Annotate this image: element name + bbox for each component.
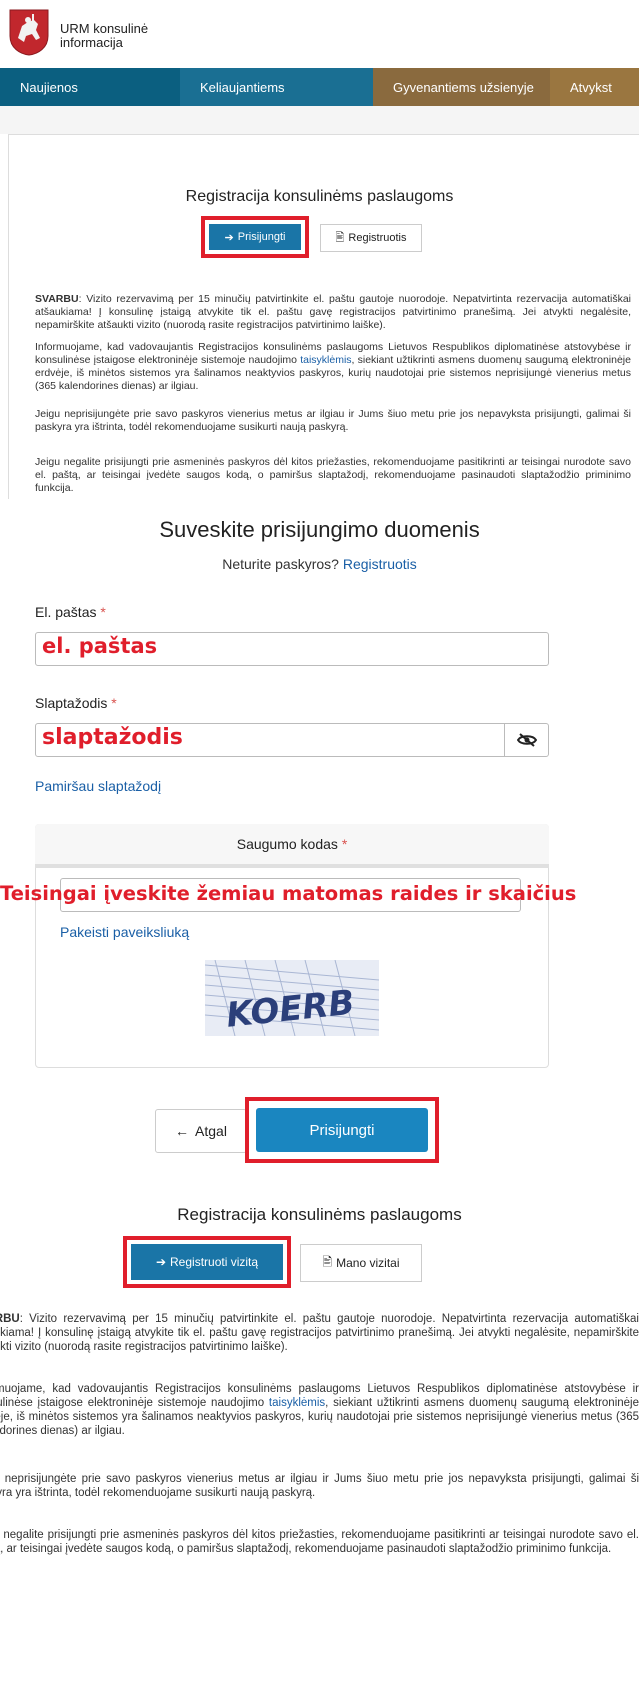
required-mark: * — [341, 836, 348, 852]
captcha-text: KOERB — [224, 983, 356, 1036]
top-notice-paragraph-4: Jeigu negalite prisijungti prie asmeninė… — [35, 456, 631, 494]
submit-login-button[interactable]: Prisijungti — [256, 1108, 428, 1152]
top-notice-paragraph-1: SVARBU: Vizito rezervavimą per 15 minuči… — [35, 293, 631, 332]
rules-link[interactable]: taisyklėmis — [300, 354, 351, 366]
register-visit-label: Registruoti vizitą — [170, 1255, 259, 1269]
captcha-header: Saugumo kodas * — [35, 824, 549, 868]
nav-item-atvykstantiems[interactable]: Atvykst — [550, 68, 639, 106]
nav-item-gyvenantiems-uzsienyje[interactable]: Gyvenantiems užsienyje — [373, 68, 550, 106]
change-captcha-image-link[interactable]: Pakeisti paveiksliuką — [60, 924, 189, 940]
eye-slash-icon — [516, 733, 537, 747]
register-visit-button[interactable]: ➔ Registruoti vizitą — [131, 1244, 283, 1280]
nav-item-keliaujantiems[interactable]: Keliaujantiems — [180, 68, 373, 106]
bottom-notice-paragraph-3: Jeigu neprisijungėte prie savo paskyros … — [0, 1473, 639, 1499]
document-icon: 🖹 — [335, 231, 345, 244]
nav-item-naujienos[interactable]: Naujienos — [0, 68, 180, 106]
bottom-para1-text: : Vizito rezervavimą per 15 minučių patv… — [0, 1313, 639, 1353]
top-register-button[interactable]: 🖹 Registruotis — [320, 224, 422, 252]
site-title-line-2: informacija — [60, 35, 123, 50]
password-label-text: Slaptažodis — [35, 695, 108, 711]
top-notice-paragraph-3: Jeigu neprisijungėte prie savo paskyros … — [35, 408, 631, 433]
top-login-button-label: Prisijungti — [237, 231, 286, 243]
arrow-right-icon: ➔ — [155, 1255, 167, 1269]
email-label-text: El. paštas — [35, 604, 97, 620]
required-mark: * — [100, 604, 106, 620]
bottom-notice-paragraph-1: SVARBU: Vizito rezervavimą per 15 minuči… — [0, 1312, 639, 1354]
required-mark: * — [111, 695, 117, 711]
login-title: Suveskite prisijungimo duomenis — [159, 517, 480, 542]
no-account-text: Neturite paskyros? Registruotis — [0, 556, 639, 572]
top-para1-text: : Vizito rezervavimą per 15 minučių patv… — [35, 293, 631, 331]
bottom-notice-paragraph-4: Jeigu negalite prisijungti prie asmeninė… — [0, 1529, 639, 1555]
captcha-image: KOERB — [205, 960, 379, 1036]
important-label: SVARBU — [0, 1313, 20, 1325]
bottom-notice-area: SVARBU: Vizito rezervavimą per 15 minuči… — [0, 1300, 639, 1699]
rules-link[interactable]: taisyklėmis — [269, 1397, 325, 1409]
toggle-password-button[interactable] — [504, 723, 549, 757]
bottom-notice-paragraph-2: Informuojame, kad vadovaujantis Registra… — [0, 1382, 639, 1438]
top-register-button-label: Registruotis — [348, 232, 407, 244]
password-field-annotation: slaptažodis — [42, 725, 183, 750]
back-button-label: Atgal — [195, 1123, 227, 1139]
captcha-label: Saugumo kodas — [236, 836, 338, 852]
document-icon: 🖹 — [322, 1254, 333, 1269]
back-button[interactable]: ← Atgal — [155, 1109, 247, 1153]
password-label: Slaptažodis * — [35, 695, 117, 711]
top-panel-title: Registracija konsulinėms paslaugoms — [185, 188, 454, 205]
arrow-right-icon: ➔ — [224, 231, 234, 244]
my-visits-button[interactable]: 🖹 Mano vizitai — [300, 1244, 422, 1282]
bottom-panel-title: Registracija konsulinėms paslaugoms — [177, 1205, 462, 1224]
top-notice-paragraph-2: Informuojame, kad vadovaujantis Registra… — [35, 341, 631, 393]
coat-of-arms-logo[interactable] — [8, 8, 50, 56]
nav-spacer — [0, 106, 639, 134]
email-label: El. paštas * — [35, 604, 106, 620]
register-link[interactable]: Registruotis — [343, 556, 417, 572]
site-title-line-1: URM konsulinė — [60, 21, 149, 36]
captcha-instruction-annotation: Teisingai įveskite žemiau matomas raides… — [0, 882, 577, 905]
email-field-annotation: el. paštas — [42, 634, 158, 658]
important-label: SVARBU — [35, 293, 79, 305]
my-visits-label: Mano vizitai — [336, 1256, 400, 1270]
site-title[interactable]: URM konsulinė informacija — [60, 22, 180, 50]
main-nav: Naujienos Keliaujantiems Gyvenantiems už… — [0, 68, 639, 106]
arrow-left-icon: ← — [175, 1123, 190, 1139]
no-account-label: Neturite paskyros? — [222, 556, 339, 572]
forgot-password-link[interactable]: Pamiršau slaptažodį — [35, 778, 161, 794]
top-login-button[interactable]: ➔ Prisijungti — [209, 224, 301, 250]
